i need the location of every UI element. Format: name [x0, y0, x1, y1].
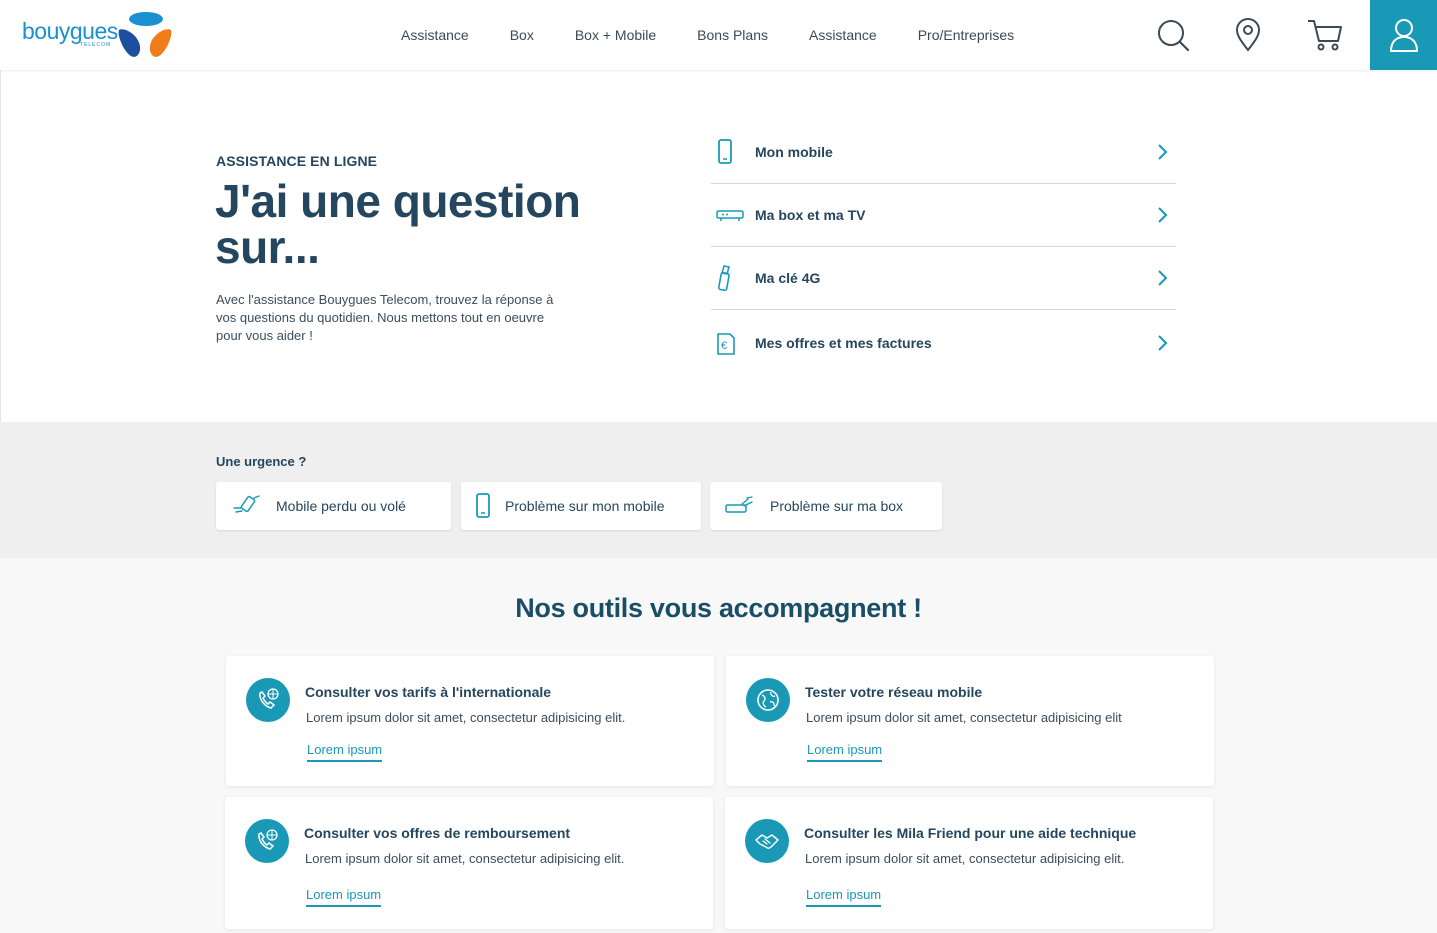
chevron-right-icon	[1158, 144, 1168, 160]
button-label: Problème sur ma box	[770, 498, 904, 514]
tool-card-mila-friend: Consulter les Mila Friend pour une aide …	[725, 797, 1213, 929]
card-link[interactable]: Lorem ipsum	[306, 887, 382, 907]
chevron-right-icon	[1158, 270, 1168, 286]
location-pin-icon[interactable]	[1232, 17, 1266, 53]
svg-text:€: €	[721, 340, 727, 352]
topic-label: Mes offres et mes factures	[755, 335, 932, 351]
tv-box-icon	[711, 208, 755, 222]
mobile-problem-button[interactable]: Problème sur mon mobile	[461, 482, 701, 530]
card-description: Lorem ipsum dolor sit amet, consectetur …	[805, 851, 1125, 866]
nav-box[interactable]: Box	[510, 27, 534, 43]
lost-stolen-button[interactable]: Mobile perdu ou volé	[216, 482, 451, 530]
phone-globe-icon	[246, 678, 290, 722]
box-problem-icon	[724, 495, 754, 517]
card-title: Consulter les Mila Friend pour une aide …	[804, 825, 1137, 841]
card-link[interactable]: Lorem ipsum	[806, 887, 882, 907]
hero-description: Avec l'assistance Bouygues Telecom, trou…	[216, 292, 554, 343]
nav-box-mobile[interactable]: Box + Mobile	[575, 27, 656, 43]
tool-card-tarifs-international: Consulter vos tarifs à l'internationale …	[226, 656, 714, 786]
card-description: Lorem ipsum dolor sit amet, consectetur …	[306, 710, 626, 725]
card-description: Lorem ipsum dolor sit amet, consectetur …	[305, 851, 625, 866]
page-title: J'ai une question sur...	[215, 175, 581, 273]
card-description: Lorem ipsum dolor sit amet, consectetur …	[806, 710, 1122, 725]
site-header: bouygues TELECOM Assistance Box Box + Mo…	[0, 0, 1437, 70]
search-icon[interactable]	[1156, 17, 1190, 53]
card-title: Consulter vos tarifs à l'internationale	[305, 684, 552, 700]
urgence-section: Une urgence ? Mobile perdu ou volé Probl…	[0, 422, 1437, 558]
tools-title: Nos outils vous accompagnent !	[515, 593, 922, 623]
logo-mark-icon	[118, 12, 172, 57]
cart-icon[interactable]	[1306, 17, 1342, 53]
topic-box-tv[interactable]: Ma box et ma TV	[711, 184, 1176, 247]
euro-invoice-icon: €	[711, 330, 755, 356]
card-title: Consulter vos offres de remboursement	[304, 825, 571, 841]
nav-pro-entreprises[interactable]: Pro/Entreprises	[918, 27, 1014, 43]
nav-bons-plans[interactable]: Bons Plans	[697, 27, 768, 43]
nav-assistance-2[interactable]: Assistance	[809, 27, 877, 43]
topic-offres-factures[interactable]: € Mes offres et mes factures	[711, 310, 1176, 376]
tools-section: Nos outils vous accompagnent ! Consulter…	[0, 558, 1437, 933]
usb-key-icon	[711, 264, 755, 292]
urgence-title: Une urgence ?	[216, 454, 307, 469]
smartphone-icon	[711, 139, 755, 165]
logo-subtitle: TELECOM	[80, 42, 112, 48]
card-link[interactable]: Lorem ipsum	[307, 742, 383, 762]
topic-label: Ma clé 4G	[755, 270, 821, 286]
button-label: Problème sur mon mobile	[505, 498, 665, 514]
account-button[interactable]	[1370, 0, 1437, 70]
topic-label: Mon mobile	[755, 144, 833, 160]
user-icon	[1389, 19, 1418, 52]
topic-cle-4g[interactable]: Ma clé 4G	[711, 247, 1176, 310]
nav-assistance[interactable]: Assistance	[401, 27, 469, 43]
button-label: Mobile perdu ou volé	[276, 498, 406, 514]
topic-label: Ma box et ma TV	[755, 207, 866, 223]
hero-eyebrow: ASSISTANCE EN LIGNE	[216, 153, 378, 169]
phone-globe-icon	[245, 819, 289, 863]
topic-list: Mon mobile Ma box et ma TV Ma clé 4G € M…	[711, 121, 1176, 376]
tool-card-remboursement: Consulter vos offres de remboursement Lo…	[225, 797, 713, 929]
globe-icon	[746, 678, 790, 722]
main-nav: Assistance Box Box + Mobile Bons Plans A…	[401, 0, 1055, 70]
handshake-icon	[745, 819, 789, 863]
lost-phone-icon	[232, 494, 262, 518]
bouygues-logo[interactable]: bouygues TELECOM	[22, 10, 182, 62]
smartphone-icon	[475, 493, 491, 519]
topic-mon-mobile[interactable]: Mon mobile	[711, 121, 1176, 184]
tool-card-test-reseau: Tester votre réseau mobile Lorem ipsum d…	[726, 656, 1214, 786]
logo-wordmark: bouygues	[22, 18, 118, 44]
chevron-right-icon	[1158, 207, 1168, 223]
card-link[interactable]: Lorem ipsum	[807, 742, 883, 762]
card-title: Tester votre réseau mobile	[805, 684, 983, 700]
hero-section: ASSISTANCE EN LIGNE J'ai une question su…	[0, 70, 1437, 422]
chevron-right-icon	[1158, 335, 1168, 351]
box-problem-button[interactable]: Problème sur ma box	[710, 482, 942, 530]
